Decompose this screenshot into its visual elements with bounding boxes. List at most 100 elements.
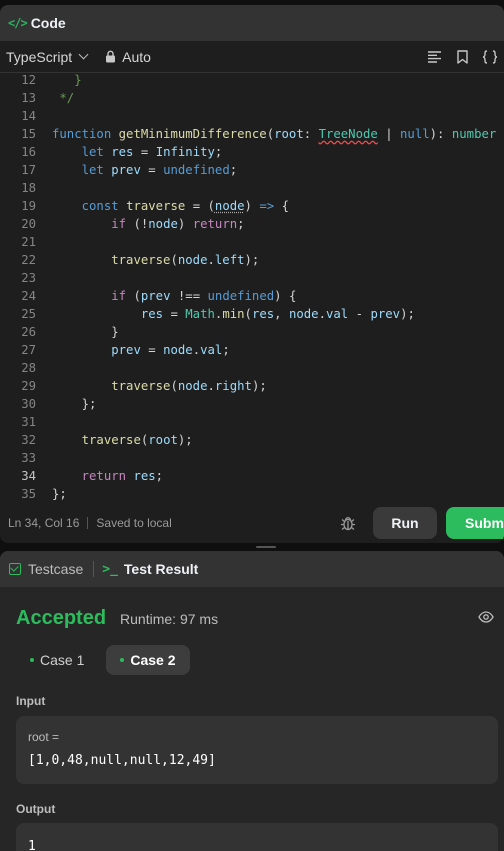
line-number: 25	[21, 307, 36, 321]
pass-dot	[30, 658, 34, 662]
code-text: res = Math.min(res, node.val - prev);	[140, 307, 415, 321]
lock-icon	[106, 50, 116, 63]
line-number: 31	[21, 415, 36, 429]
code-text: function getMinimumDifference(root: Tree…	[52, 127, 504, 141]
line-number: 12	[21, 73, 36, 87]
code-line[interactable]: 18	[0, 179, 504, 197]
bookmark-icon[interactable]	[448, 41, 476, 73]
line-number: 28	[21, 361, 36, 375]
case-1-button[interactable]: Case 1	[16, 645, 98, 675]
input-value: [1,0,48,null,null,12,49]	[28, 753, 216, 768]
code-line[interactable]: 27 prev = node.val;	[0, 341, 504, 359]
case-2-label: Case 2	[130, 652, 176, 668]
code-text: }	[52, 73, 82, 87]
code-line[interactable]: 31	[0, 413, 504, 431]
code-line[interactable]: 21	[0, 233, 504, 251]
code-text: traverse(root);	[81, 433, 193, 447]
code-line[interactable]: 15 function getMinimumDifference(root: Tr…	[0, 125, 504, 143]
code-line[interactable]: 23	[0, 269, 504, 287]
code-line[interactable]: 32 traverse(root);	[0, 431, 504, 449]
code-line[interactable]: 19 const traverse = (node) => {	[0, 197, 504, 215]
verdict-status: Accepted	[16, 607, 107, 629]
code-line[interactable]: 24 if (prev !== undefined) {	[0, 287, 504, 305]
editor-toolbar: TypeScript Auto	[0, 41, 504, 73]
code-text: let res = Infinity;	[81, 145, 223, 159]
code-text: if (!node) return;	[111, 217, 245, 231]
code-text: return res;	[81, 469, 164, 483]
line-number: 17	[21, 163, 36, 177]
line-number: 21	[21, 235, 36, 249]
code-text: prev = node.val;	[111, 343, 230, 357]
tab-test-result-label: Test Result	[123, 561, 199, 577]
line-number: 16	[21, 145, 36, 159]
autocomplete-toggle[interactable]: Auto	[105, 49, 151, 65]
submit-button[interactable]: Submit	[446, 507, 504, 539]
code-line[interactable]: 13 */	[0, 89, 504, 107]
run-button[interactable]: Run	[373, 507, 437, 539]
code-line[interactable]: 17 let prev = undefined;	[0, 161, 504, 179]
code-line[interactable]: 33	[0, 449, 504, 467]
status-divider	[87, 517, 89, 529]
panel-resize-handle[interactable]	[256, 546, 276, 548]
case-1-label: Case 1	[40, 652, 85, 668]
code-line[interactable]: 16 let res = Infinity;	[0, 143, 504, 161]
code-line[interactable]: 25 res = Math.min(res, node.val - prev);	[0, 305, 504, 323]
code-line[interactable]: 28	[0, 359, 504, 377]
toolbar-actions	[420, 41, 504, 73]
line-number: 34	[21, 469, 36, 483]
code-text: };	[52, 397, 97, 411]
line-number: 13	[21, 91, 36, 105]
code-brackets-icon: </>	[8, 16, 28, 30]
line-number: 30	[21, 397, 36, 411]
code-line[interactable]: 34 return res;	[0, 467, 504, 485]
line-number: 32	[21, 433, 36, 447]
line-number: 33	[21, 451, 36, 465]
line-number: 24	[21, 289, 36, 303]
code-text: if (prev !== undefined) {	[111, 289, 297, 303]
code-line[interactable]: 29 traverse(node.right);	[0, 377, 504, 395]
save-status: Saved to local	[96, 516, 172, 530]
code-text: }	[52, 325, 119, 339]
code-line[interactable]: 26 }	[0, 323, 504, 341]
tab-divider	[93, 561, 95, 577]
code-line[interactable]: 22 traverse(node.left);	[0, 251, 504, 269]
code-panel: </> Code TypeScript Auto 12 } 13 */ 14 1…	[0, 5, 504, 543]
case-2-button[interactable]: Case 2	[106, 645, 190, 675]
format-lines-icon[interactable]	[420, 41, 448, 73]
line-number: 15	[21, 127, 36, 141]
language-select[interactable]: TypeScript	[0, 49, 89, 65]
input-label: Input	[16, 694, 46, 708]
chevron-down-icon	[78, 49, 89, 60]
line-number: 22	[21, 253, 36, 267]
bug-icon[interactable]	[340, 515, 356, 531]
output-value: 1	[28, 839, 36, 851]
eye-icon[interactable]	[478, 611, 494, 623]
braces-icon[interactable]	[476, 41, 504, 73]
code-text: let prev = undefined;	[81, 163, 238, 177]
code-text: */	[52, 91, 75, 105]
code-panel-header: </> Code	[0, 5, 504, 41]
line-number: 14	[21, 109, 36, 123]
autocomplete-label: Auto	[122, 48, 151, 65]
terminal-icon: >_	[102, 561, 118, 577]
tab-test-result[interactable]: >_ Test Result	[102, 561, 198, 577]
code-text: traverse(node.left);	[111, 253, 260, 267]
code-line[interactable]: 20 if (!node) return;	[0, 215, 504, 233]
line-number: 18	[21, 181, 36, 195]
case-selector: Case 1 Case 2	[16, 645, 190, 675]
line-number: 20	[21, 217, 36, 231]
tab-testcase-label: Testcase	[28, 561, 84, 577]
code-line[interactable]: 30 };	[0, 395, 504, 413]
line-number: 29	[21, 379, 36, 393]
code-line[interactable]: 35};	[0, 485, 504, 503]
result-panel: Testcase >_ Test Result Accepted Runtime…	[0, 551, 504, 851]
line-number: 27	[21, 343, 36, 357]
line-number: 35	[21, 487, 36, 501]
input-param-name: root =	[28, 730, 60, 744]
code-text: traverse(node.right);	[111, 379, 267, 393]
code-line[interactable]: 14	[0, 107, 504, 125]
tab-testcase[interactable]: Testcase	[9, 561, 83, 577]
line-number: 26	[21, 325, 36, 339]
code-line[interactable]: 12 }	[0, 73, 504, 89]
code-editor[interactable]: 12 } 13 */14 15 function getMinimumDifferen…	[0, 73, 504, 503]
